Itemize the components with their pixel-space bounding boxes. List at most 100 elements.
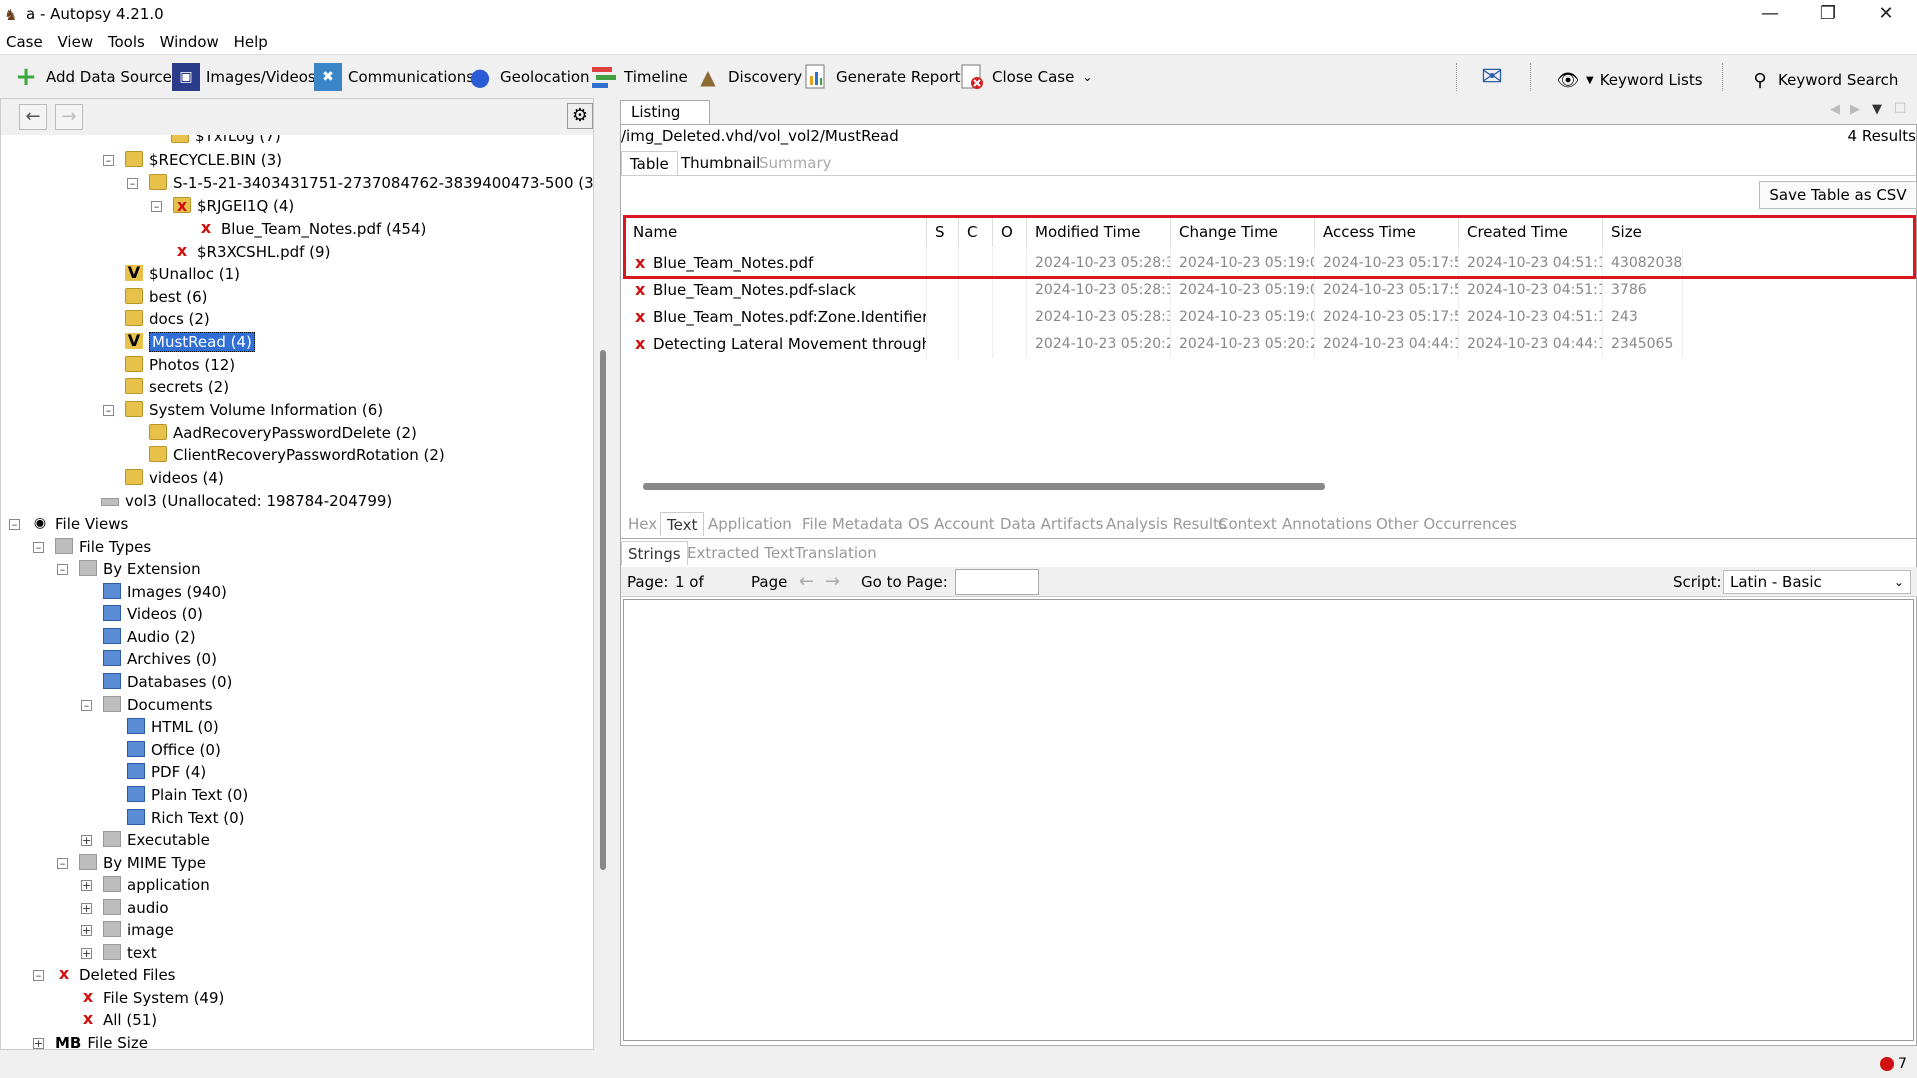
tab-annotations[interactable]: Annotations bbox=[1276, 512, 1378, 536]
geolocation-button[interactable]: ● Geolocation bbox=[466, 61, 590, 93]
timeline-button[interactable]: Timeline bbox=[590, 61, 688, 93]
tree-node-all-deleted[interactable]: x All (51) bbox=[79, 1009, 157, 1031]
tab-scroll-left-icon[interactable]: ◀ bbox=[1830, 102, 1840, 117]
tree-node-archives[interactable]: Archives (0) bbox=[103, 648, 217, 670]
collapse-icon[interactable]: – bbox=[127, 178, 138, 189]
keyword-search-button[interactable]: ⚲ Keyword Search bbox=[1748, 64, 1898, 96]
expand-icon[interactable]: + bbox=[81, 948, 92, 959]
prev-page-button[interactable]: ← bbox=[799, 567, 814, 597]
tab-text[interactable]: Text bbox=[660, 512, 705, 536]
tree-node-r3xcshl[interactable]: x $R3XCSHL.pdf (9) bbox=[173, 241, 331, 263]
tree-node-file-types[interactable]: File Types bbox=[55, 536, 151, 558]
tab-strings[interactable]: Strings bbox=[621, 541, 688, 565]
table-row[interactable]: x Blue_Team_Notes.pdf-slack 2024-10-23 05… bbox=[621, 276, 1917, 304]
tree-node-secrets[interactable]: secrets (2) bbox=[125, 376, 229, 398]
tree-node-deleted-files[interactable]: x Deleted Files bbox=[55, 964, 176, 986]
tree-node-audio[interactable]: Audio (2) bbox=[103, 626, 196, 648]
tree-node-sid-folder[interactable]: S-1-5-21-3403431751-2737084762-383940047… bbox=[149, 172, 593, 194]
menu-window[interactable]: Window bbox=[160, 30, 219, 54]
tree-node-vol3[interactable]: vol3 (Unallocated: 198784-204799) bbox=[101, 490, 392, 512]
tree-node-rich-text[interactable]: Rich Text (0) bbox=[127, 807, 244, 829]
menu-tools[interactable]: Tools bbox=[108, 30, 145, 54]
collapse-icon[interactable]: – bbox=[81, 700, 92, 711]
tree-node-office[interactable]: Office (0) bbox=[127, 739, 221, 761]
tree-node-databases[interactable]: Databases (0) bbox=[103, 671, 232, 693]
expand-icon[interactable]: + bbox=[81, 925, 92, 936]
expand-icon[interactable]: + bbox=[81, 903, 92, 914]
menu-case[interactable]: Case bbox=[6, 30, 43, 54]
maximize-button[interactable]: ❐ bbox=[1799, 0, 1857, 30]
table-horizontal-scrollbar[interactable] bbox=[643, 483, 1325, 490]
tab-translation[interactable]: Translation bbox=[789, 541, 883, 565]
tree-node-by-extension[interactable]: By Extension bbox=[79, 558, 201, 580]
tree-node-unalloc[interactable]: V $Unalloc (1) bbox=[125, 263, 240, 285]
gear-icon[interactable]: ⚙ bbox=[567, 103, 593, 129]
tree-node-videos-ext[interactable]: Videos (0) bbox=[103, 603, 203, 625]
communications-button[interactable]: ✖ Communications bbox=[314, 61, 474, 93]
tab-table[interactable]: Table bbox=[621, 151, 678, 175]
tree-node-file-views[interactable]: ◉ File Views bbox=[31, 513, 128, 535]
expand-icon[interactable]: + bbox=[81, 835, 92, 846]
tab-context[interactable]: Context bbox=[1212, 512, 1283, 536]
tree-node-application[interactable]: application bbox=[103, 874, 210, 896]
tree-node-mustread[interactable]: V MustRead (4) bbox=[125, 331, 255, 353]
tree-node-documents[interactable]: Documents bbox=[103, 694, 213, 716]
expand-icon[interactable]: + bbox=[81, 880, 92, 891]
tab-scroll-right-icon[interactable]: ▶ bbox=[1850, 102, 1860, 117]
tree-node-system-volume-information[interactable]: System Volume Information (6) bbox=[125, 399, 383, 421]
close-case-button[interactable]: Close Case ⌄ bbox=[958, 61, 1092, 93]
tab-listing[interactable]: Listing bbox=[620, 100, 710, 124]
collapse-icon[interactable]: – bbox=[103, 155, 114, 166]
collapse-icon[interactable]: – bbox=[103, 405, 114, 416]
maximize-panel-icon[interactable]: □ bbox=[1894, 100, 1906, 115]
table-row[interactable]: x Blue_Team_Notes.pdf:Zone.Identifier 202… bbox=[621, 303, 1917, 331]
table-row[interactable]: x Detecting Lateral Movement through Trac… bbox=[621, 330, 1917, 358]
tree-node-executable[interactable]: Executable bbox=[103, 829, 210, 851]
expand-icon[interactable]: + bbox=[33, 1038, 44, 1049]
tab-application[interactable]: Application bbox=[702, 512, 798, 536]
menu-view[interactable]: View bbox=[58, 30, 94, 54]
tree-node-best[interactable]: best (6) bbox=[125, 286, 207, 308]
next-page-button[interactable]: → bbox=[825, 567, 840, 597]
collapse-icon[interactable]: – bbox=[57, 858, 68, 869]
tree-node-docs[interactable]: docs (2) bbox=[125, 308, 210, 330]
add-data-source-button[interactable]: + Add Data Source bbox=[12, 61, 172, 93]
close-window-button[interactable]: ✕ bbox=[1857, 0, 1915, 30]
strings-text-area[interactable] bbox=[623, 599, 1914, 1041]
tree-node-text-mime[interactable]: text bbox=[103, 942, 157, 964]
tree-node-aad-recovery[interactable]: AadRecoveryPasswordDelete (2) bbox=[149, 422, 417, 444]
keyword-lists-button[interactable]: 👁 ▼ Keyword Lists bbox=[1556, 64, 1703, 96]
tree-node-photos[interactable]: Photos (12) bbox=[125, 354, 235, 376]
tree-node-images[interactable]: Images (940) bbox=[103, 581, 227, 603]
discovery-button[interactable]: ▲ Discovery bbox=[694, 61, 802, 93]
tree-node-rjgei1q[interactable]: x $RJGEI1Q (4) bbox=[173, 195, 294, 217]
tab-extracted-text[interactable]: Extracted Text bbox=[681, 541, 801, 565]
email-button[interactable]: ✉ bbox=[1478, 61, 1512, 93]
collapse-icon[interactable]: – bbox=[33, 970, 44, 981]
tab-os-account[interactable]: OS Account bbox=[902, 512, 1001, 536]
collapse-icon[interactable]: – bbox=[9, 519, 20, 530]
script-select[interactable]: Latin - Basic ⌄ bbox=[1723, 570, 1911, 594]
tree-node-file-size[interactable]: MB File Size bbox=[55, 1032, 148, 1049]
tree-node-recycle-bin[interactable]: $RECYCLE.BIN (3) bbox=[125, 149, 282, 171]
tab-list-icon[interactable]: ▼ bbox=[1872, 102, 1882, 117]
minimize-button[interactable]: — bbox=[1741, 0, 1799, 30]
tree-node-plain-text[interactable]: Plain Text (0) bbox=[127, 784, 248, 806]
collapse-icon[interactable]: – bbox=[57, 564, 68, 575]
tree-node-client-recovery[interactable]: ClientRecoveryPasswordRotation (2) bbox=[149, 444, 445, 466]
tree-node-html[interactable]: HTML (0) bbox=[127, 716, 219, 738]
collapse-icon[interactable]: – bbox=[33, 542, 44, 553]
tree-node-videos[interactable]: videos (4) bbox=[125, 467, 224, 489]
forward-button[interactable]: → bbox=[55, 104, 83, 130]
menu-help[interactable]: Help bbox=[234, 30, 268, 54]
tab-hex[interactable]: Hex bbox=[622, 512, 663, 536]
tab-other-occurrences[interactable]: Other Occurrences bbox=[1370, 512, 1523, 536]
back-button[interactable]: ← bbox=[19, 104, 47, 130]
tab-file-metadata[interactable]: File Metadata bbox=[796, 512, 909, 536]
tree-scrollbar[interactable] bbox=[600, 350, 606, 870]
status-notifications[interactable]: 7 bbox=[1880, 1056, 1907, 1072]
collapse-icon[interactable]: – bbox=[151, 201, 162, 212]
tree-node-audio-mime[interactable]: audio bbox=[103, 897, 169, 919]
tree-node-file-system[interactable]: x File System (49) bbox=[79, 987, 225, 1009]
tab-summary[interactable]: Summary bbox=[751, 151, 840, 175]
